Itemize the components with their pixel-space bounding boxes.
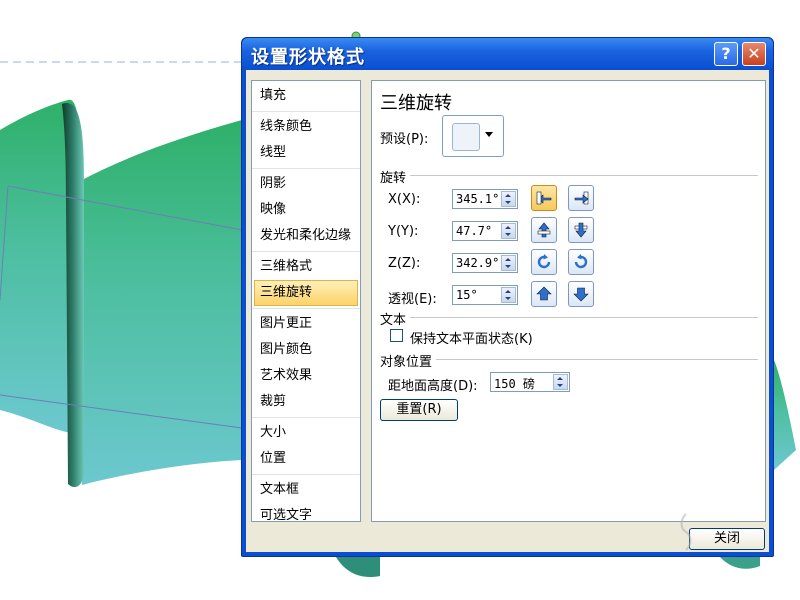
narrow-perspective-icon xyxy=(573,287,589,302)
rotate-clockwise-icon xyxy=(574,254,588,269)
x-rotation-value: 345.1° xyxy=(456,192,500,206)
preset-label: 预设(P): xyxy=(380,132,429,147)
z-label: Z(Z): xyxy=(388,256,421,271)
distance-value: 150 磅 xyxy=(494,377,535,391)
category-item[interactable]: 裁剪 xyxy=(252,389,360,415)
dialog-client: 填充 线条颜色 线型 阴影 映像 发光和柔化边缘 三维格式 三维旋转 图片更正 图片颜色 艺术效果裁… xyxy=(246,70,769,552)
z-spinner[interactable] xyxy=(501,255,516,271)
dialog-titlebar[interactable]: 设置形状格式 ? ✕ xyxy=(242,38,773,70)
category-group: 文本框 可选文字 xyxy=(252,475,360,531)
category-item[interactable]: 阴影 xyxy=(252,171,360,197)
category-item[interactable]: 三维旋转 xyxy=(254,280,358,306)
category-item[interactable]: 艺术效果 xyxy=(252,363,360,389)
z-rotation-input[interactable]: 342.9° xyxy=(452,253,518,273)
rotate-right-icon xyxy=(574,191,589,205)
perspective-value: 15° xyxy=(456,288,478,302)
category-item[interactable]: 图片更正 xyxy=(252,311,360,337)
x-spinner[interactable] xyxy=(501,191,516,207)
wave-shape-right xyxy=(774,360,796,470)
category-item[interactable]: 线型 xyxy=(252,140,360,166)
rotate-counterclockwise-button[interactable] xyxy=(531,249,557,275)
y-rotation-value: 47.7° xyxy=(456,224,493,238)
category-item[interactable]: 线条颜色 xyxy=(252,114,360,140)
wave-shape-bottom xyxy=(336,557,380,578)
object-position-heading: 对象位置 xyxy=(380,355,433,370)
widen-perspective-icon xyxy=(536,286,552,301)
perspective-label: 透视(E): xyxy=(388,292,437,307)
wave-shape-bottom-2 xyxy=(720,557,760,569)
category-item[interactable]: 图片颜色 xyxy=(252,337,360,363)
preset-swatch xyxy=(452,123,480,151)
rotate-left-icon xyxy=(536,191,552,205)
perspective-spinner[interactable] xyxy=(501,287,516,303)
rotation-panel: 三维旋转 预设(P): 旋转 X(X): 345.1° Y(Y): 47.7° … xyxy=(371,80,766,522)
category-group: 阴影 映像 发光和柔化边缘 xyxy=(252,169,360,252)
text-heading: 文本 xyxy=(380,313,407,328)
category-group: 图片更正 图片颜色 艺术效果 裁剪 xyxy=(252,309,360,418)
category-item[interactable]: 位置 xyxy=(252,446,360,472)
reset-button[interactable]: 重置(R) xyxy=(380,399,458,421)
z-rotation-value: 342.9° xyxy=(456,256,500,270)
watermark-glyph xyxy=(680,513,692,551)
close-icon: ✕ xyxy=(747,44,761,63)
chevron-down-icon xyxy=(485,132,493,137)
help-button[interactable]: ? xyxy=(714,42,738,66)
distance-input[interactable]: 150 磅 xyxy=(490,372,570,392)
category-item[interactable]: 映像 xyxy=(252,197,360,223)
category-item[interactable]: 三维格式 xyxy=(252,254,360,280)
rotate-down-button[interactable] xyxy=(568,217,594,243)
rotate-down-icon xyxy=(574,222,588,238)
rotation-divider xyxy=(410,175,758,176)
rotate-up-button[interactable] xyxy=(531,217,557,243)
keep-text-flat-label[interactable]: 保持文本平面状态(K) xyxy=(410,328,533,347)
panel-title: 三维旋转 xyxy=(380,93,452,114)
dialog-title: 设置形状格式 xyxy=(251,47,365,68)
category-group: 大小 位置 xyxy=(252,418,360,475)
category-item[interactable]: 填充 xyxy=(252,83,360,109)
x-label: X(X): xyxy=(388,192,421,207)
keep-text-flat-checkbox[interactable] xyxy=(390,329,403,342)
perspective-input[interactable]: 15° xyxy=(452,285,518,305)
y-spinner[interactable] xyxy=(501,223,516,239)
category-item[interactable]: 发光和柔化边缘 xyxy=(252,223,360,249)
distance-spinner[interactable] xyxy=(553,374,568,390)
object-position-divider xyxy=(436,359,758,360)
category-group: 三维格式 三维旋转 xyxy=(252,252,360,309)
widen-perspective-button[interactable] xyxy=(531,281,557,307)
rotate-left-button[interactable] xyxy=(531,185,557,211)
category-group: 线条颜色 线型 xyxy=(252,112,360,169)
rotate-right-button[interactable] xyxy=(568,185,594,211)
titlebar-close-button[interactable]: ✕ xyxy=(742,42,766,66)
category-item[interactable]: 可选文字 xyxy=(252,503,360,529)
rotation-heading: 旋转 xyxy=(380,171,407,186)
rotate-clockwise-button[interactable] xyxy=(568,249,594,275)
category-item[interactable]: 文本框 xyxy=(252,477,360,503)
format-shape-dialog: 设置形状格式 ? ✕ 填充 线条颜色 线型 阴影 映像 发光和柔化边缘 三维格式 三维旋转 图片… xyxy=(241,37,774,557)
wave-shape-2 xyxy=(82,120,242,485)
rotate-up-icon xyxy=(537,222,551,238)
preset-dropdown[interactable] xyxy=(442,115,504,157)
y-rotation-input[interactable]: 47.7° xyxy=(452,221,518,241)
close-button[interactable]: 关闭 xyxy=(689,528,765,550)
distance-label: 距地面高度(D): xyxy=(388,379,478,394)
category-list: 填充 线条颜色 线型 阴影 映像 发光和柔化边缘 三维格式 三维旋转 图片更正 图片颜色 艺术效果裁… xyxy=(251,80,361,523)
y-label: Y(Y): xyxy=(388,224,419,239)
help-icon: ? xyxy=(721,44,731,63)
narrow-perspective-button[interactable] xyxy=(568,281,594,307)
rotate-counterclockwise-icon xyxy=(537,254,551,269)
category-group: 填充 xyxy=(252,81,360,112)
text-divider xyxy=(410,317,758,318)
category-item[interactable]: 大小 xyxy=(252,420,360,446)
x-rotation-input[interactable]: 345.1° xyxy=(452,189,518,209)
